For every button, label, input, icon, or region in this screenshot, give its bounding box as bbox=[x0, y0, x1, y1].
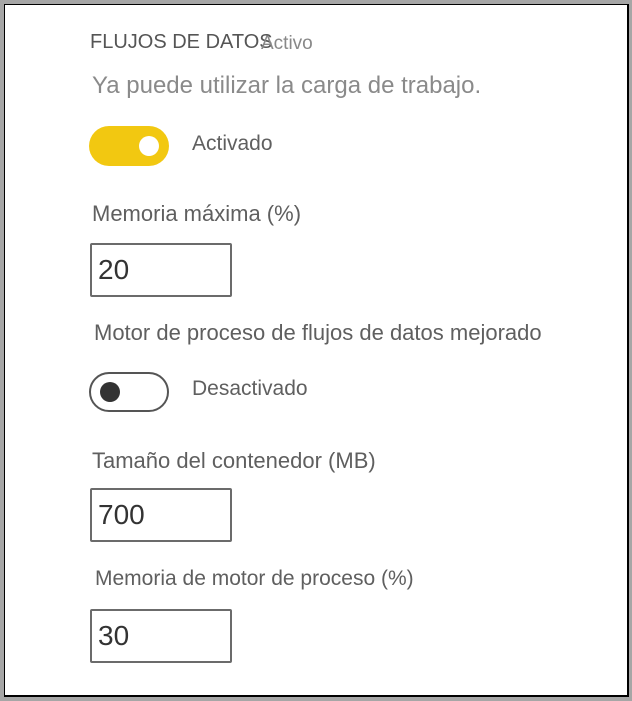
enhanced-engine-label: Motor de proceso de flujos de datos mejo… bbox=[94, 320, 542, 345]
workload-toggle[interactable] bbox=[89, 126, 169, 166]
section-title: FLUJOS DE DATOS bbox=[90, 31, 273, 53]
engine-memory-label: Memoria de motor de proceso (%) bbox=[95, 567, 414, 590]
status-overlay: Activo bbox=[261, 33, 313, 54]
toggle-knob bbox=[139, 136, 159, 156]
container-size-input[interactable] bbox=[90, 488, 232, 542]
settings-panel bbox=[4, 4, 629, 697]
engine-memory-input[interactable] bbox=[90, 609, 232, 663]
enhanced-engine-toggle-label: Desactivado bbox=[192, 377, 308, 400]
container-size-label: Tamaño del contenedor (MB) bbox=[92, 448, 376, 473]
toggle-knob bbox=[100, 382, 120, 402]
workload-toggle-label: Activado bbox=[192, 132, 273, 155]
max-memory-input[interactable] bbox=[90, 243, 232, 297]
workload-status-text: Ya puede utilizar la carga de trabajo. bbox=[92, 72, 482, 99]
max-memory-label: Memoria máxima (%) bbox=[92, 201, 302, 226]
enhanced-engine-toggle[interactable] bbox=[89, 372, 169, 412]
